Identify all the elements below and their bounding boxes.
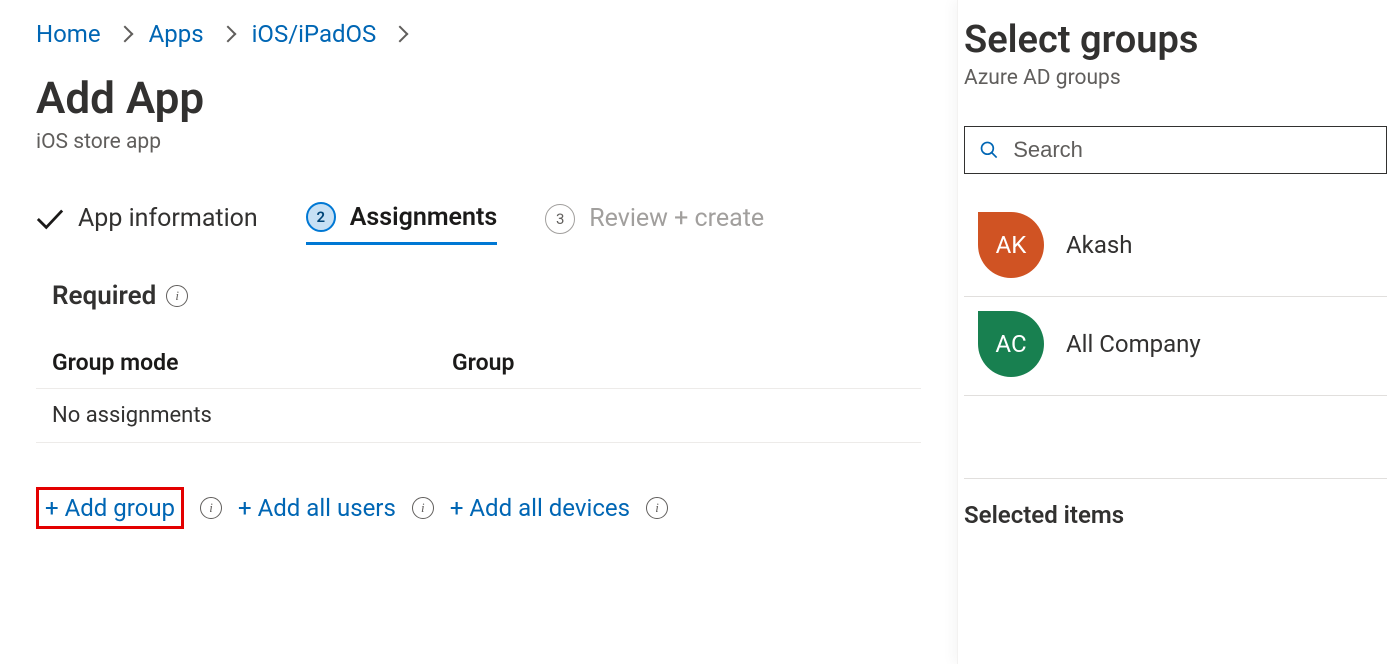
breadcrumb-home[interactable]: Home bbox=[36, 20, 101, 48]
wizard-steps: App information 2 Assignments 3 Review +… bbox=[36, 202, 921, 245]
panel-title: Select groups bbox=[958, 18, 1387, 62]
group-list: AK Akash AC All Company bbox=[964, 198, 1387, 396]
avatar: AK bbox=[978, 212, 1044, 278]
chevron-right-icon bbox=[219, 26, 236, 43]
step-label: Assignments bbox=[350, 203, 497, 232]
select-groups-panel: Select groups Azure AD groups AK Akash A… bbox=[957, 0, 1387, 664]
step-app-information[interactable]: App information bbox=[36, 204, 258, 243]
assignments-table: Group mode Group No assignments bbox=[36, 349, 921, 443]
selected-items-heading: Selected items bbox=[964, 478, 1387, 529]
col-group-mode: Group mode bbox=[52, 349, 452, 376]
search-field[interactable] bbox=[964, 126, 1387, 174]
chevron-right-icon bbox=[116, 26, 133, 43]
avatar: AC bbox=[978, 311, 1044, 377]
step-number: 2 bbox=[306, 202, 336, 232]
breadcrumb: Home Apps iOS/iPadOS bbox=[36, 20, 921, 48]
col-group: Group bbox=[452, 349, 514, 376]
info-icon[interactable]: i bbox=[166, 285, 188, 307]
group-item-akash[interactable]: AK Akash bbox=[964, 198, 1387, 297]
add-all-users-link[interactable]: + Add all users bbox=[238, 494, 396, 522]
panel-subtitle: Azure AD groups bbox=[958, 66, 1387, 90]
info-icon[interactable]: i bbox=[200, 497, 222, 519]
group-name: Akash bbox=[1066, 231, 1132, 259]
info-icon[interactable]: i bbox=[412, 497, 434, 519]
step-label: Review + create bbox=[589, 204, 764, 233]
step-label: App information bbox=[78, 204, 258, 233]
add-actions-row: + Add group i + Add all users i + Add al… bbox=[36, 487, 921, 529]
section-heading-text: Required bbox=[52, 281, 156, 311]
add-all-devices-link[interactable]: + Add all devices bbox=[450, 494, 630, 522]
step-assignments[interactable]: 2 Assignments bbox=[306, 202, 497, 245]
table-header: Group mode Group bbox=[36, 349, 921, 389]
page-title: Add App bbox=[36, 72, 921, 124]
search-icon bbox=[979, 139, 999, 161]
group-item-all-company[interactable]: AC All Company bbox=[964, 297, 1387, 396]
add-group-link[interactable]: + Add group bbox=[45, 494, 175, 522]
breadcrumb-apps[interactable]: Apps bbox=[149, 20, 204, 48]
page-subtitle: iOS store app bbox=[36, 130, 921, 154]
highlight-add-group: + Add group bbox=[36, 487, 184, 529]
step-review-create[interactable]: 3 Review + create bbox=[545, 204, 764, 244]
step-number: 3 bbox=[545, 204, 575, 234]
chevron-right-icon bbox=[392, 26, 409, 43]
breadcrumb-ios[interactable]: iOS/iPadOS bbox=[252, 20, 377, 48]
checkmark-icon bbox=[36, 205, 64, 233]
search-input[interactable] bbox=[1011, 136, 1372, 164]
group-name: All Company bbox=[1066, 330, 1201, 358]
section-required-heading: Required i bbox=[52, 281, 921, 311]
info-icon[interactable]: i bbox=[646, 497, 668, 519]
table-empty-row: No assignments bbox=[36, 389, 921, 443]
